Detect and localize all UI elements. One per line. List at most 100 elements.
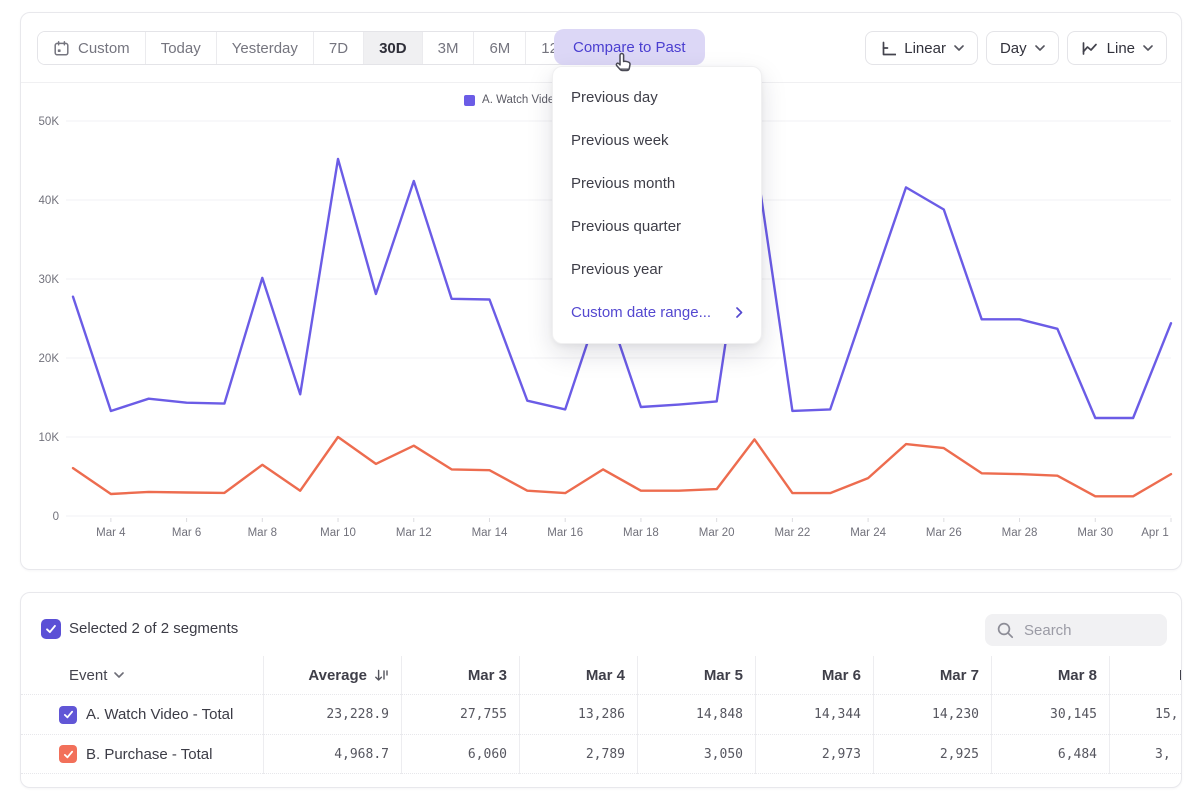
menu-item-previous-quarter[interactable]: Previous quarter: [553, 205, 761, 248]
menu-item-label: Custom date range...: [571, 304, 711, 321]
segments-search-box: [985, 614, 1167, 646]
day-value: 6,484: [1058, 747, 1097, 762]
day-header-label: Mar 8: [1058, 667, 1097, 684]
x-axis-tick-label: Mar 30: [1077, 527, 1113, 539]
segments-table: Event Average Mar 3 Mar 4 Mar 5 Mar 6 Mar 7 Mar…: [21, 656, 1182, 774]
table-cell: 6,484: [991, 734, 1109, 774]
chevron-down-icon: [1143, 45, 1153, 52]
analytics-dashboard: CustomTodayYesterday7D30D3M6M12M Compare…: [0, 0, 1200, 802]
checkmark-icon: [62, 708, 75, 721]
table-cell: 3,050: [637, 734, 755, 774]
day-header-label: Mar 7: [940, 667, 979, 684]
day-value: 6,060: [468, 747, 507, 762]
column-header-mar-3: Mar 3: [401, 656, 519, 694]
chart-type-dropdown-button[interactable]: Line: [1067, 31, 1167, 65]
x-axis-tick-label: Mar 4: [96, 527, 126, 539]
segments-table-card: Selected 2 of 2 segments EventAverageMar…: [20, 592, 1182, 788]
day-header-label: Mar 5: [704, 667, 743, 684]
chevron-down-icon: [114, 672, 124, 679]
chevron-down-icon: [954, 45, 964, 52]
segment-checkbox[interactable]: [59, 706, 77, 724]
range-button-3m[interactable]: 3M: [423, 32, 475, 64]
range-button-7d[interactable]: 7D: [314, 32, 364, 64]
sort-descending-icon: [374, 668, 389, 683]
column-header-mar-8: Mar 8: [991, 656, 1109, 694]
day-header-label: Mar 3: [468, 667, 507, 684]
table-cell-average: 4,968.7: [263, 734, 401, 774]
average-value: 23,228.9: [326, 707, 389, 722]
day-value: 14,848: [696, 707, 743, 722]
compare-to-past-menu: Previous dayPrevious weekPrevious monthP…: [552, 66, 762, 344]
y-axis-tick-label: 0: [53, 511, 59, 523]
scale-dropdown-label: Linear: [904, 40, 946, 57]
range-button-today[interactable]: Today: [146, 32, 217, 64]
compare-to-past-button[interactable]: Compare to Past: [554, 29, 705, 65]
y-axis-tick-label: 50K: [39, 116, 60, 128]
day-value: 3,: [1110, 747, 1171, 762]
x-axis-tick-label: Mar 18: [623, 527, 659, 539]
range-button-label: Yesterday: [232, 40, 298, 57]
menu-item-custom-date-range[interactable]: Custom date range...: [553, 291, 761, 334]
day-header-label: M: [1110, 667, 1182, 684]
range-button-label: 3M: [438, 40, 459, 57]
segment-checkbox[interactable]: [59, 745, 77, 763]
interval-dropdown-label: Day: [1000, 40, 1027, 57]
chart-type-dropdown-label: Line: [1107, 40, 1135, 57]
x-axis-tick-label: Mar 14: [472, 527, 508, 539]
day-value: 3,050: [704, 747, 743, 762]
x-axis-tick-label: Mar 20: [699, 527, 735, 539]
column-header-mar-4: Mar 4: [519, 656, 637, 694]
range-button-custom[interactable]: Custom: [38, 32, 146, 64]
menu-item-previous-month[interactable]: Previous month: [553, 162, 761, 205]
column-header-event[interactable]: Event: [21, 656, 263, 694]
scale-dropdown-button[interactable]: Linear: [865, 31, 978, 65]
range-button-label: Today: [161, 40, 201, 57]
average-value: 4,968.7: [334, 747, 389, 762]
range-button-30d[interactable]: 30D: [364, 32, 423, 64]
x-axis-tick-label: Mar 12: [396, 527, 432, 539]
day-value: 30,145: [1050, 707, 1097, 722]
column-header-mar-6: Mar 6: [755, 656, 873, 694]
x-axis-tick-label: Mar 28: [1002, 527, 1038, 539]
series-line-b-purchase-total: [73, 437, 1171, 496]
table-row-event-b-purchase-total: B. Purchase - Total: [21, 734, 263, 774]
x-axis-tick-label: Mar 24: [850, 527, 886, 539]
range-button-6m[interactable]: 6M: [474, 32, 526, 64]
range-button-yesterday[interactable]: Yesterday: [217, 32, 314, 64]
table-cell: 2,925: [873, 734, 991, 774]
search-icon: [996, 621, 1015, 640]
table-cell-clipped: 3,: [1109, 734, 1182, 774]
menu-item-previous-week[interactable]: Previous week: [553, 119, 761, 162]
checkmark-icon: [44, 622, 58, 636]
line-chart-icon: [1081, 40, 1099, 57]
column-header-clipped: M: [1109, 656, 1182, 694]
day-value: 27,755: [460, 707, 507, 722]
table-cell: 14,344: [755, 694, 873, 734]
checkmark-icon: [62, 748, 75, 761]
y-axis-tick-label: 40K: [39, 195, 60, 207]
day-value: 13,286: [578, 707, 625, 722]
day-header-label: Mar 4: [586, 667, 625, 684]
average-header-label: Average: [308, 667, 367, 684]
date-range-segmented-control: CustomTodayYesterday7D30D3M6M12M: [37, 31, 586, 65]
day-header-label: Mar 6: [822, 667, 861, 684]
range-button-label: 30D: [379, 40, 407, 57]
column-header-average[interactable]: Average: [263, 656, 401, 694]
interval-dropdown-button[interactable]: Day: [986, 31, 1059, 65]
calendar-icon: [53, 40, 70, 57]
column-header-mar-7: Mar 7: [873, 656, 991, 694]
menu-item-previous-day[interactable]: Previous day: [553, 76, 761, 119]
range-button-label: 6M: [489, 40, 510, 57]
x-axis-tick-label: Mar 6: [172, 527, 201, 539]
day-value: 2,973: [822, 747, 861, 762]
x-axis-tick-label: Mar 26: [926, 527, 962, 539]
linear-scale-icon: [879, 40, 896, 57]
search-input[interactable]: [1015, 622, 1167, 639]
day-value: 2,925: [940, 747, 979, 762]
select-all-segments-checkbox[interactable]: [41, 619, 61, 639]
menu-item-previous-year[interactable]: Previous year: [553, 248, 761, 291]
day-value: 15,: [1110, 707, 1178, 722]
table-cell: 6,060: [401, 734, 519, 774]
y-axis-tick-label: 10K: [39, 432, 60, 444]
table-cell-clipped: 15,: [1109, 694, 1182, 734]
